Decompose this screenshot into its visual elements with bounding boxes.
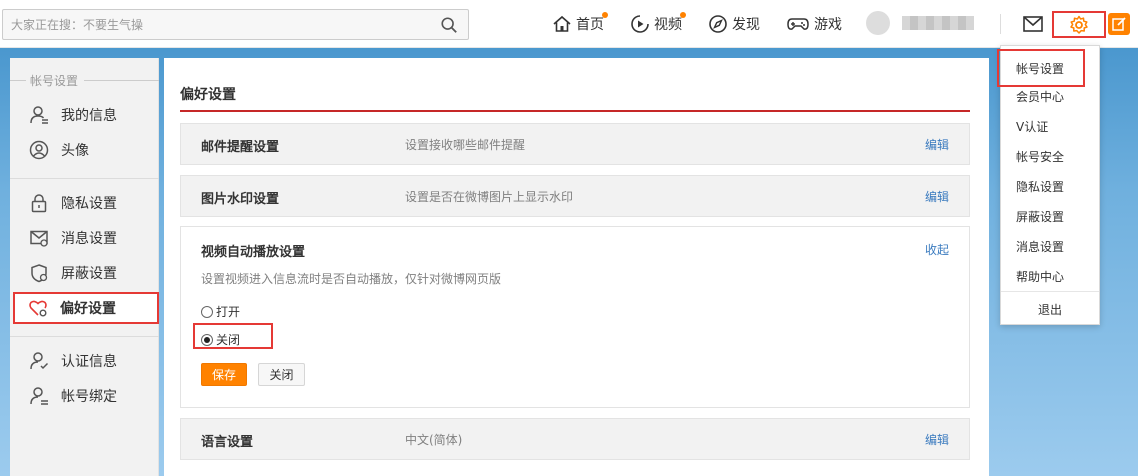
page-title: 偏好设置 bbox=[180, 87, 236, 103]
nav-discover-label: 发现 bbox=[732, 17, 760, 33]
row-label: 图片水印设置 bbox=[201, 192, 280, 207]
top-bar: 首页 视频 发现 游戏 bbox=[0, 0, 1138, 48]
title-underline bbox=[180, 110, 970, 112]
close-button[interactable]: 关闭 bbox=[258, 363, 305, 386]
menu-item-logout[interactable]: 退出 bbox=[1001, 294, 1099, 324]
row-label: 视频自动播放设置 bbox=[201, 245, 306, 260]
row-description: 设置视频进入信息流时是否自动播放，仅针对微博网页版 bbox=[201, 272, 502, 286]
row-label: 语言设置 bbox=[201, 435, 254, 450]
verify-icon bbox=[30, 352, 49, 370]
gamepad-icon bbox=[787, 18, 809, 30]
sidebar-divider bbox=[10, 336, 159, 337]
email-reminder-row: 邮件提醒设置 设置接收哪些邮件提醒 编辑 bbox=[180, 123, 970, 165]
radio-option-off[interactable]: 关闭 bbox=[201, 331, 240, 348]
sidebar-item-block[interactable]: 屏蔽设置 bbox=[14, 258, 159, 288]
nav-discover[interactable]: 发现 bbox=[708, 14, 760, 34]
divider bbox=[1000, 14, 1001, 34]
sidebar-item-verification[interactable]: 认证信息 bbox=[14, 346, 159, 376]
settings-button[interactable] bbox=[1052, 11, 1106, 38]
sidebar-item-avatar[interactable]: 头像 bbox=[14, 135, 159, 165]
search-icon[interactable] bbox=[440, 16, 458, 34]
main-nav: 首页 视频 发现 游戏 bbox=[552, 12, 868, 35]
sidebar-item-label: 偏好设置 bbox=[60, 301, 116, 317]
sidebar-item-label: 隐私设置 bbox=[61, 196, 117, 212]
edit-link[interactable]: 编辑 bbox=[925, 188, 949, 205]
notification-dot bbox=[680, 12, 686, 18]
settings-dropdown: 帐号设置 会员中心 V认证 帐号安全 隐私设置 屏蔽设置 消息设置 帮助中心 退… bbox=[997, 45, 1100, 325]
search-box bbox=[2, 9, 469, 40]
menu-divider bbox=[1001, 291, 1099, 292]
edit-link[interactable]: 编辑 bbox=[925, 136, 949, 153]
avatar bbox=[866, 11, 890, 35]
nav-video-label: 视频 bbox=[654, 17, 682, 33]
shield-icon bbox=[31, 264, 48, 283]
notification-dot bbox=[602, 12, 608, 18]
sidebar-item-my-info[interactable]: 我的信息 bbox=[14, 100, 159, 130]
sidebar-item-preferences[interactable]: 偏好设置 bbox=[13, 292, 159, 324]
sidebar-item-label: 屏蔽设置 bbox=[61, 266, 117, 282]
sidebar-item-label: 我的信息 bbox=[61, 108, 117, 124]
search-input[interactable] bbox=[3, 10, 433, 39]
nav-video[interactable]: 视频 bbox=[630, 12, 686, 34]
user-profile[interactable] bbox=[866, 11, 976, 35]
sidebar-item-label: 帐号绑定 bbox=[61, 389, 117, 405]
nav-game[interactable]: 游戏 bbox=[786, 14, 842, 34]
menu-item-message[interactable]: 消息设置 bbox=[1001, 231, 1099, 261]
compose-button[interactable] bbox=[1108, 13, 1130, 35]
home-icon bbox=[553, 15, 571, 32]
edit-icon bbox=[1112, 17, 1126, 31]
sidebar-section-title: 帐号设置 bbox=[10, 70, 159, 90]
preferences-panel: 偏好设置 邮件提醒设置 设置接收哪些邮件提醒 编辑 图片水印设置 设置是否在微博… bbox=[164, 58, 989, 476]
menu-item-block[interactable]: 屏蔽设置 bbox=[1001, 201, 1099, 231]
bind-icon bbox=[30, 387, 48, 405]
nav-game-label: 游戏 bbox=[814, 17, 842, 33]
video-icon bbox=[631, 15, 649, 33]
gear-icon bbox=[1070, 15, 1088, 34]
watermark-row: 图片水印设置 设置是否在微博图片上显示水印 编辑 bbox=[180, 175, 970, 217]
compass-icon bbox=[709, 15, 727, 33]
mail-icon[interactable] bbox=[1022, 14, 1044, 34]
sidebar-item-message[interactable]: 消息设置 bbox=[14, 223, 159, 253]
avatar-icon bbox=[29, 140, 49, 160]
menu-item-help[interactable]: 帮助中心 bbox=[1001, 261, 1099, 291]
radio-label: 关闭 bbox=[216, 333, 241, 347]
heart-gear-icon bbox=[29, 300, 47, 317]
radio-option-on[interactable]: 打开 bbox=[201, 303, 240, 320]
menu-item-verification[interactable]: V认证 bbox=[1001, 111, 1099, 141]
menu-item-privacy[interactable]: 隐私设置 bbox=[1001, 171, 1099, 201]
save-button[interactable]: 保存 bbox=[201, 363, 247, 386]
menu-item-account-security[interactable]: 帐号安全 bbox=[1001, 141, 1099, 171]
radio-label: 打开 bbox=[216, 305, 241, 319]
message-icon bbox=[30, 230, 48, 247]
language-row: 语言设置 中文(简体) 编辑 bbox=[180, 418, 970, 460]
row-description: 设置接收哪些邮件提醒 bbox=[405, 138, 526, 152]
menu-item-vip-center[interactable]: 会员中心 bbox=[1001, 81, 1099, 111]
sidebar-item-label: 认证信息 bbox=[61, 354, 117, 370]
nav-home[interactable]: 首页 bbox=[552, 12, 608, 34]
sidebar-divider bbox=[10, 178, 159, 179]
collapse-link[interactable]: 收起 bbox=[925, 241, 949, 258]
radio-button[interactable] bbox=[201, 305, 213, 318]
user-info-icon bbox=[30, 106, 48, 124]
row-description: 设置是否在微博图片上显示水印 bbox=[405, 190, 574, 204]
username-blurred bbox=[902, 16, 974, 30]
sidebar-item-binding[interactable]: 帐号绑定 bbox=[14, 381, 159, 411]
radio-button-selected[interactable] bbox=[201, 333, 213, 346]
row-label: 邮件提醒设置 bbox=[201, 140, 280, 155]
sidebar-section-label: 帐号设置 bbox=[30, 73, 79, 88]
row-description: 中文(简体) bbox=[405, 433, 463, 447]
video-autoplay-section: 视频自动播放设置 收起 设置视频进入信息流时是否自动播放，仅针对微博网页版 打开… bbox=[180, 226, 970, 408]
nav-home-label: 首页 bbox=[576, 17, 604, 33]
sidebar-item-privacy[interactable]: 隐私设置 bbox=[14, 188, 159, 218]
sidebar-item-label: 头像 bbox=[61, 143, 89, 159]
edit-link[interactable]: 编辑 bbox=[925, 431, 949, 448]
settings-sidebar: 帐号设置 我的信息 头像 隐私设置 消息设置 屏蔽设置 偏好设置 认证信息 帐号… bbox=[10, 58, 159, 476]
lock-icon bbox=[31, 194, 47, 213]
sidebar-item-label: 消息设置 bbox=[61, 231, 117, 247]
